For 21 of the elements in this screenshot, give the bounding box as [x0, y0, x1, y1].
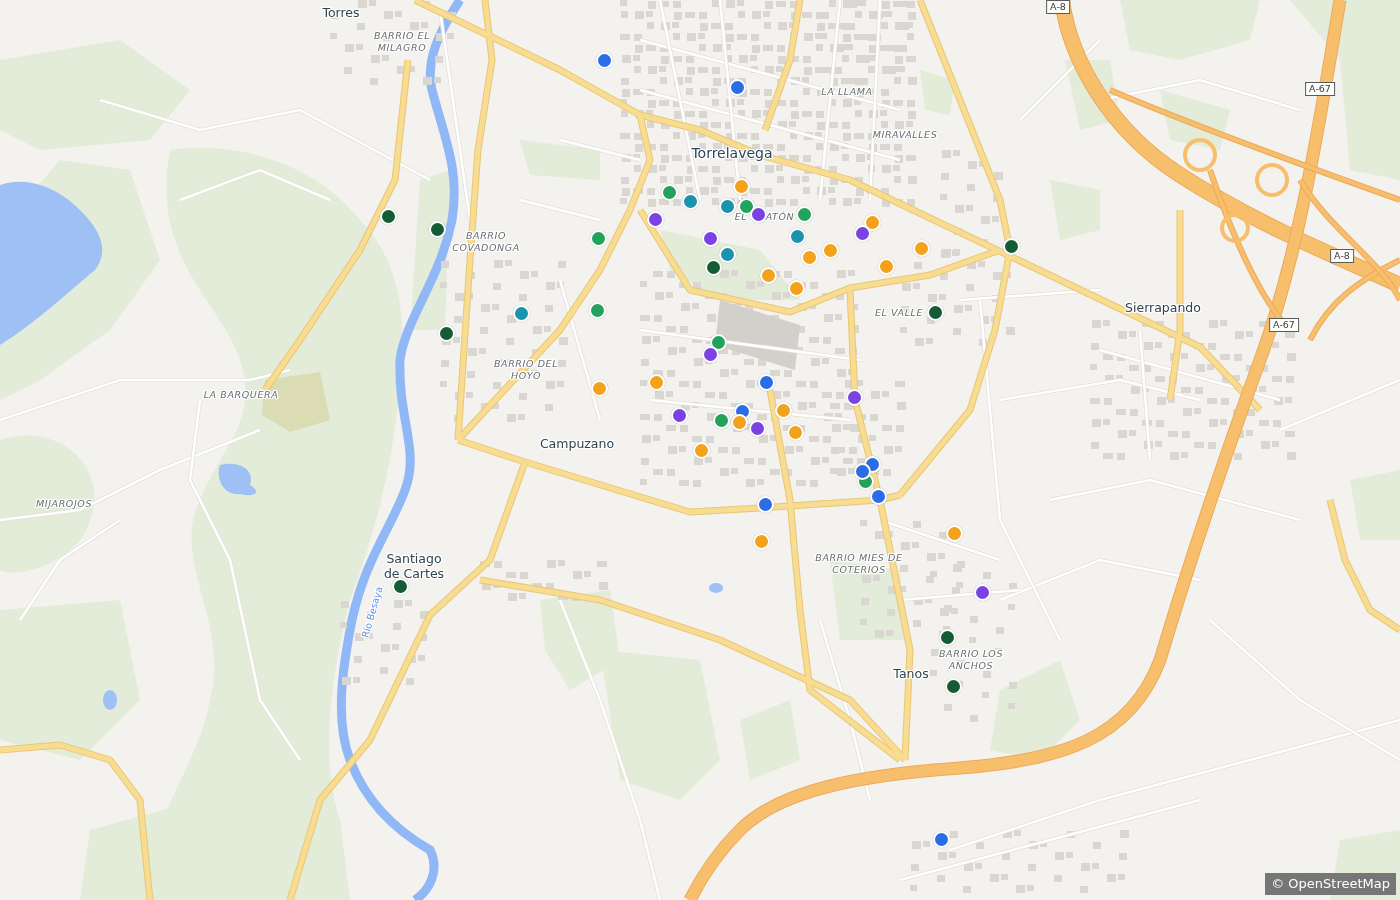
- place-label: Santiago de Cartes: [382, 551, 446, 581]
- district-label: BARRIO MIES DE COTERIOS: [815, 552, 903, 576]
- district-label: MIJAROJOS: [35, 498, 93, 510]
- river-label: Río Besaya: [359, 585, 385, 639]
- road-number-sign: A-67: [1305, 82, 1335, 96]
- district-label: ATÓN: [765, 211, 795, 223]
- district-label: BARRIO LOS ANCHOS: [938, 648, 1004, 672]
- place-label: Campuzano: [539, 435, 615, 451]
- road-number-sign: A-67: [1269, 318, 1299, 332]
- district-label: EL VALLE: [874, 307, 924, 319]
- district-label: MIRAVALLES: [872, 129, 938, 141]
- district-label: EL: [734, 211, 748, 223]
- district-label: BARRIO EL MILAGRO: [372, 30, 432, 54]
- place-label: Torres: [322, 4, 360, 20]
- place-label: Sierrapando: [1125, 299, 1201, 315]
- district-label: LA BARQUERA: [203, 389, 279, 401]
- district-label: LA LLAMA: [821, 86, 873, 98]
- attribution-link[interactable]: © OpenStreetMap: [1265, 873, 1396, 895]
- place-label: Tanos: [893, 665, 929, 681]
- road-number-sign: A-8: [1330, 249, 1354, 263]
- road-number-sign: A-8: [1046, 0, 1070, 14]
